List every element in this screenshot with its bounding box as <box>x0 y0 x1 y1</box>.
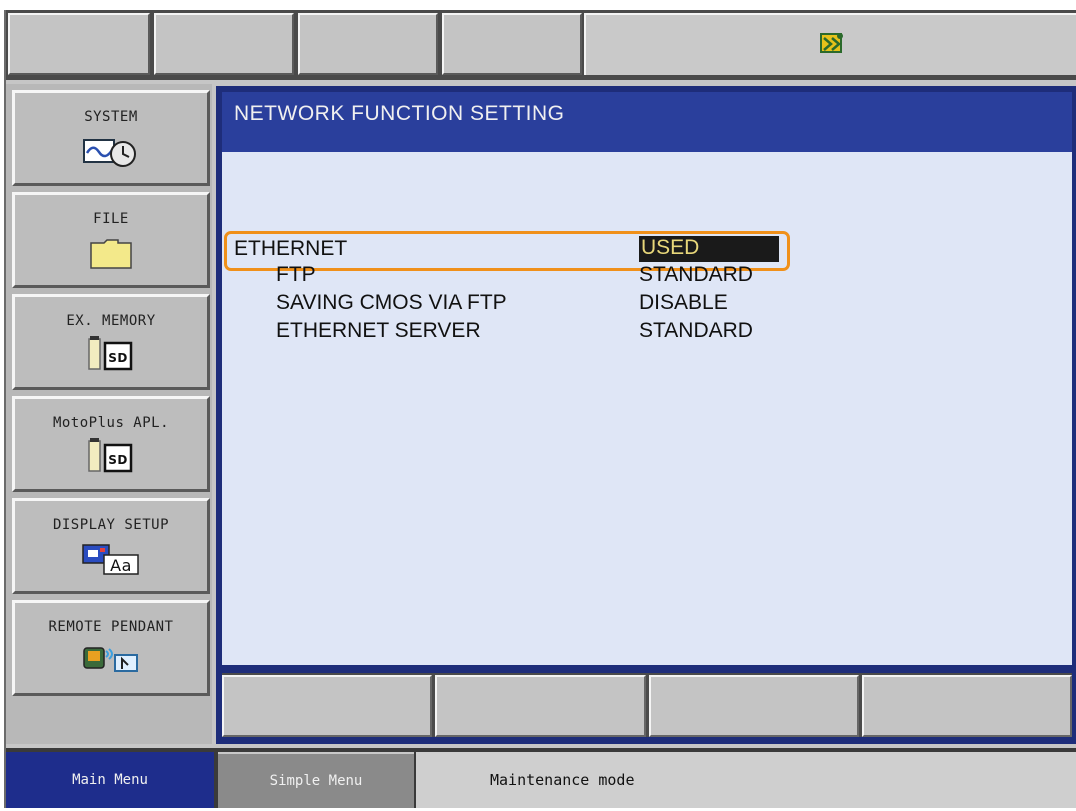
setting-row-ftp[interactable]: FTP STANDARD <box>222 261 1072 289</box>
menu-item-label: FILE <box>93 211 129 227</box>
setting-row-ethernet-server[interactable]: ETHERNET SERVER STANDARD <box>222 317 1072 345</box>
page-title: NETWORK FUNCTION SETTING <box>222 92 1072 152</box>
menu-item-label: EX. MEMORY <box>66 313 156 329</box>
setting-row-saving-cmos[interactable]: SAVING CMOS VIA FTP DISABLE <box>222 289 1072 317</box>
settings-list: ETHERNET USED FTP STANDARD SAVING CMOS V… <box>222 152 1072 665</box>
status-robot-icon <box>819 30 845 60</box>
mode-label: Maintenance mode <box>490 771 635 789</box>
softkey-1[interactable] <box>222 675 433 737</box>
setting-label: ETHERNET <box>234 237 348 260</box>
mode-status: Maintenance mode <box>416 752 1076 808</box>
menu-item-ex-memory[interactable]: EX. MEMORY SD <box>12 294 210 390</box>
status-area <box>584 13 1076 75</box>
sd-card-icon: SD <box>87 438 135 473</box>
display-font-icon: Aa <box>82 543 140 575</box>
main-menu-tab[interactable]: Main Menu <box>6 752 214 808</box>
setting-value[interactable]: DISABLE <box>639 291 728 315</box>
menu-item-label: MotoPlus APL. <box>52 415 170 431</box>
sd-card-icon: SD <box>87 336 135 371</box>
softkey-bar <box>222 673 1072 737</box>
menu-item-display-setup[interactable]: DISPLAY SETUP Aa <box>12 498 210 594</box>
svg-text:SD: SD <box>108 351 128 365</box>
menu-item-motoplus-apl[interactable]: MotoPlus APL. SD <box>12 396 210 492</box>
setting-label: FTP <box>276 263 316 286</box>
menu-item-file[interactable]: FILE <box>12 192 210 288</box>
svg-text:Aa: Aa <box>110 556 132 575</box>
menu-item-remote-pendant[interactable]: REMOTE PENDANT <box>12 600 210 696</box>
main-panel: NETWORK FUNCTION SETTING ETHERNET USED F… <box>216 86 1076 744</box>
menu-item-label: REMOTE PENDANT <box>48 619 174 635</box>
remote-pendant-icon <box>82 645 140 677</box>
bottom-bar: Main Menu Simple Menu Maintenance mode <box>6 748 1076 808</box>
main-menu-panel: SYSTEM FILE EX. MEMORY SD MotoPlus APL. … <box>6 84 212 744</box>
setting-label: ETHERNET SERVER <box>276 319 481 342</box>
menu-item-label: SYSTEM <box>84 109 138 125</box>
top-button-1[interactable] <box>8 13 150 75</box>
softkey-4[interactable] <box>861 675 1072 737</box>
folder-icon <box>90 237 132 269</box>
setting-value-selected[interactable]: USED <box>639 236 779 262</box>
setting-value[interactable]: STANDARD <box>639 319 753 343</box>
setting-row-ethernet[interactable]: ETHERNET USED <box>222 231 1072 271</box>
top-button-3[interactable] <box>298 13 438 75</box>
menu-item-system[interactable]: SYSTEM <box>12 90 210 186</box>
svg-text:SD: SD <box>108 453 128 467</box>
top-button-2[interactable] <box>154 13 294 75</box>
system-clock-icon <box>83 135 139 167</box>
setting-label: SAVING CMOS VIA FTP <box>276 291 507 314</box>
top-button-4[interactable] <box>442 13 582 75</box>
softkey-2[interactable] <box>435 675 646 737</box>
menu-item-label: DISPLAY SETUP <box>52 517 170 533</box>
pendant-screen: SYSTEM FILE EX. MEMORY SD MotoPlus APL. … <box>4 10 1076 808</box>
softkey-3[interactable] <box>648 675 859 737</box>
setting-value[interactable]: STANDARD <box>639 263 753 287</box>
simple-menu-tab[interactable]: Simple Menu <box>218 752 414 808</box>
top-toolbar <box>6 10 1076 80</box>
